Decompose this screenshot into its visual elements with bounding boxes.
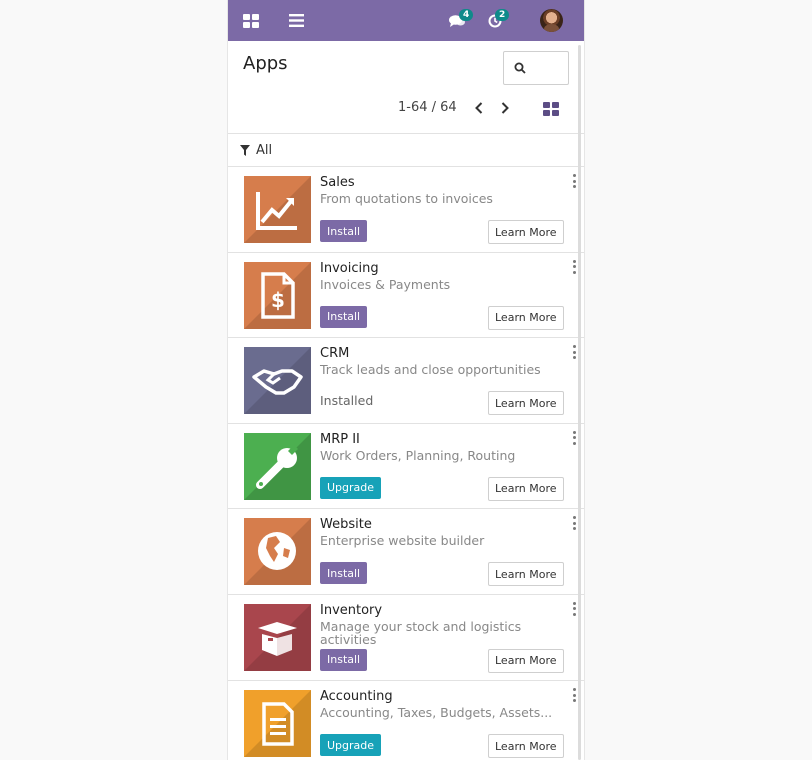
- app-name: MRP II: [320, 431, 360, 447]
- messages-count-badge: 4: [459, 9, 474, 21]
- app-summary: Track leads and close opportunities: [320, 362, 541, 377]
- app-summary: Enterprise website builder: [320, 533, 485, 548]
- kebab-menu-icon[interactable]: [572, 345, 576, 359]
- installed-status: Installed: [320, 393, 374, 408]
- filter-facet-label: All: [256, 143, 273, 158]
- app-name: Inventory: [320, 602, 383, 618]
- search-icon: [514, 62, 526, 74]
- wrench-icon: [244, 432, 311, 500]
- install-button[interactable]: Install: [320, 648, 368, 671]
- search-input[interactable]: [503, 51, 569, 85]
- app-name: Website: [320, 517, 372, 532]
- svg-text:$: $: [271, 288, 285, 312]
- activities-count-badge: 2: [495, 9, 510, 21]
- app-name: CRM: [320, 346, 350, 361]
- pager-value[interactable]: 1-64 / 64: [398, 100, 457, 115]
- app-summary: Manage your stock and logistics activiti…: [320, 618, 522, 647]
- install-button[interactable]: Install: [320, 220, 368, 242]
- app-card-sales[interactable]: Sales From quotations to invoices Instal…: [228, 167, 584, 253]
- filter-facet[interactable]: All: [240, 143, 272, 158]
- kebab-menu-icon[interactable]: [572, 516, 576, 530]
- page-title: Apps: [243, 53, 288, 74]
- app-card-inventory[interactable]: Inventory Manage your stock and logistic…: [228, 594, 584, 681]
- control-panel: Apps 1-64 / 64: [228, 41, 584, 134]
- learn-more-button[interactable]: Learn More: [488, 562, 564, 586]
- search-facet-bar: All: [228, 134, 584, 167]
- learn-more-button[interactable]: Learn More: [488, 476, 564, 501]
- filter-icon: [240, 145, 250, 156]
- app-name: Invoicing: [320, 260, 379, 276]
- box-icon: [244, 603, 311, 671]
- learn-more-button[interactable]: Learn More: [488, 391, 564, 415]
- mobile-viewport: 4 2 Apps 1-64 / 64 All Sales From quotat…: [228, 0, 584, 760]
- sales-chart-icon: [244, 176, 311, 243]
- top-navbar: 4 2: [228, 0, 584, 41]
- app-name: Accounting: [320, 689, 393, 704]
- chevron-left-icon[interactable]: [470, 98, 488, 118]
- kebab-menu-icon[interactable]: [572, 430, 576, 445]
- invoice-icon: $: [244, 261, 311, 329]
- app-summary: Accounting, Taxes, Budgets, Assets...: [320, 705, 553, 720]
- learn-more-button[interactable]: Learn More: [488, 648, 564, 673]
- learn-more-button[interactable]: Learn More: [488, 220, 564, 244]
- handshake-icon: [244, 347, 311, 414]
- document-icon: [244, 690, 311, 757]
- app-summary: Work Orders, Planning, Routing: [320, 447, 516, 463]
- upgrade-button[interactable]: Upgrade: [320, 476, 382, 499]
- app-name: Sales: [320, 175, 355, 190]
- globe-icon: [244, 518, 311, 585]
- avatar[interactable]: [540, 9, 563, 32]
- app-card-accounting[interactable]: Accounting Accounting, Taxes, Budgets, A…: [228, 681, 584, 760]
- app-list: Sales From quotations to invoices Instal…: [228, 167, 584, 760]
- app-summary: Invoices & Payments: [320, 276, 451, 292]
- learn-more-button[interactable]: Learn More: [488, 734, 564, 758]
- app-card-website[interactable]: Website Enterprise website builder Insta…: [228, 509, 584, 595]
- kebab-menu-icon[interactable]: [572, 259, 576, 274]
- grid-icon[interactable]: [241, 0, 261, 41]
- kebab-menu-icon[interactable]: [572, 688, 576, 702]
- app-card-crm[interactable]: CRM Track leads and close opportunities …: [228, 338, 584, 424]
- kebab-menu-icon[interactable]: [572, 174, 576, 188]
- app-summary: From quotations to invoices: [320, 191, 493, 206]
- install-button[interactable]: Install: [320, 305, 368, 328]
- chevron-right-icon[interactable]: [496, 98, 514, 118]
- learn-more-button[interactable]: Learn More: [488, 305, 564, 330]
- kebab-menu-icon[interactable]: [572, 601, 576, 616]
- scrollbar[interactable]: [578, 45, 581, 760]
- install-button[interactable]: Install: [320, 562, 368, 584]
- kanban-grid-icon[interactable]: [543, 101, 559, 116]
- hamburger-icon[interactable]: [286, 0, 306, 41]
- app-card-mrp-ii[interactable]: MRP II Work Orders, Planning, Routing Up…: [228, 423, 584, 509]
- app-card-invoicing[interactable]: $ Invoicing Invoices & Payments Install …: [228, 252, 584, 338]
- upgrade-button[interactable]: Upgrade: [320, 734, 382, 756]
